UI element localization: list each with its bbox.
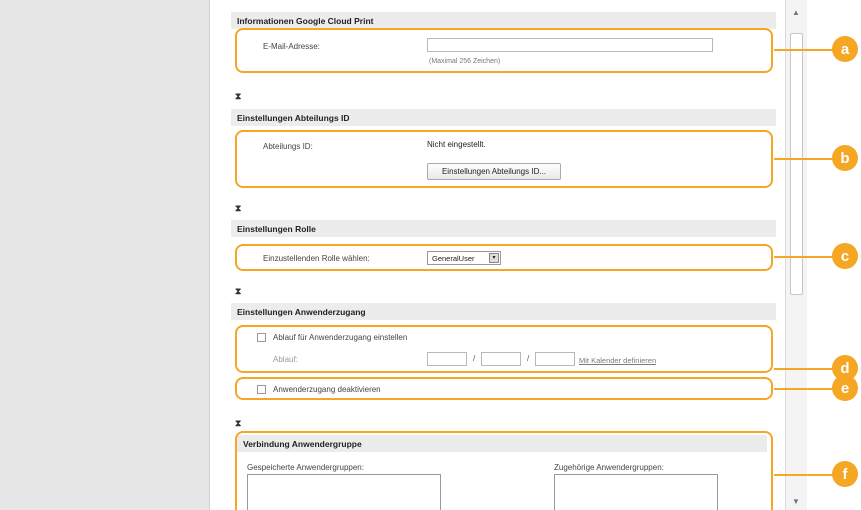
section-heading-department-id: Einstellungen Abteilungs ID	[231, 109, 776, 126]
annotation-marker-e: e	[832, 375, 858, 401]
left-panel	[0, 0, 210, 510]
annotation-marker-a: a	[832, 36, 858, 62]
annotation-line-f	[774, 474, 834, 476]
callout-box-d	[235, 325, 773, 373]
callout-box-c	[235, 244, 773, 271]
annotation-line-c	[774, 256, 834, 258]
section-heading-user-access: Einstellungen Anwenderzugang	[231, 303, 776, 320]
annotation-marker-b: b	[832, 145, 858, 171]
annotation-line-d	[774, 368, 834, 370]
callout-box-f	[235, 431, 773, 510]
settings-form: Informationen Google Cloud Print E-Mail-…	[211, 0, 785, 510]
collapse-icon[interactable]: ⧗	[235, 91, 241, 101]
collapse-icon[interactable]: ⧗	[235, 203, 241, 213]
scroll-down-arrow-icon[interactable]: ▼	[792, 497, 800, 507]
collapse-icon[interactable]: ⧗	[235, 286, 241, 296]
annotation-line-a	[774, 49, 834, 51]
callout-box-e	[235, 377, 773, 400]
vertical-scrollbar[interactable]: ▲ ▼	[785, 0, 807, 510]
collapse-icon[interactable]: ⧗	[235, 418, 241, 428]
annotation-line-b	[774, 158, 834, 160]
section-heading-role: Einstellungen Rolle	[231, 220, 776, 237]
scroll-up-arrow-icon[interactable]: ▲	[792, 8, 800, 18]
annotation-marker-c: c	[832, 243, 858, 269]
callout-box-b	[235, 130, 773, 188]
annotation-line-e	[774, 388, 834, 390]
section-heading-google-cloud-print: Informationen Google Cloud Print	[231, 12, 776, 29]
callout-box-a	[235, 28, 773, 73]
annotation-marker-f: f	[832, 461, 858, 487]
